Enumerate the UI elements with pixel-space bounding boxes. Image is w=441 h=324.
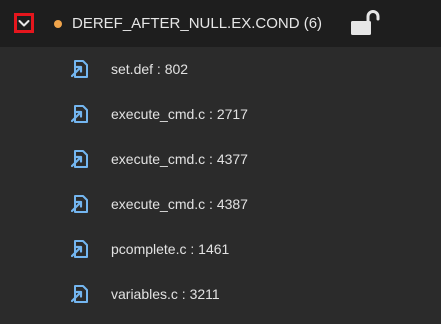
item-label: variables.c : 3211	[111, 286, 220, 302]
issue-group-header[interactable]: DEREF_AFTER_NULL.EX.COND (6)	[0, 0, 441, 47]
item-label: execute_cmd.c : 2717	[111, 106, 248, 122]
issue-list: set.def : 802 execute_cmd.c : 2717 execu…	[0, 47, 441, 317]
file-link-icon	[71, 150, 88, 168]
file-link-icon	[71, 195, 88, 213]
list-item[interactable]: execute_cmd.c : 2717	[0, 92, 441, 137]
file-link-icon	[71, 285, 88, 303]
list-item[interactable]: execute_cmd.c : 4377	[0, 137, 441, 182]
item-label: pcomplete.c : 1461	[111, 241, 230, 257]
issue-group-title: DEREF_AFTER_NULL.EX.COND (6)	[72, 15, 323, 32]
expand-toggle[interactable]	[14, 13, 34, 33]
chevron-down-icon	[18, 20, 30, 27]
item-label: set.def : 802	[111, 61, 189, 77]
item-label: execute_cmd.c : 4387	[111, 196, 248, 212]
unlock-icon[interactable]	[350, 10, 380, 36]
list-item[interactable]: pcomplete.c : 1461	[0, 227, 441, 272]
file-link-icon	[71, 60, 88, 78]
file-link-icon	[71, 105, 88, 123]
item-label: execute_cmd.c : 4377	[111, 151, 248, 167]
list-item[interactable]: set.def : 802	[0, 47, 441, 92]
list-item[interactable]: execute_cmd.c : 4387	[0, 182, 441, 227]
file-link-icon	[71, 240, 88, 258]
issue-tree-panel: DEREF_AFTER_NULL.EX.COND (6) set.def : 8…	[0, 0, 441, 324]
list-item[interactable]: variables.c : 3211	[0, 272, 441, 317]
status-dot	[54, 20, 62, 28]
